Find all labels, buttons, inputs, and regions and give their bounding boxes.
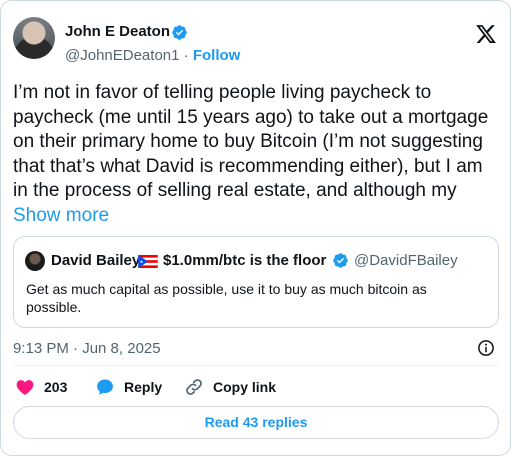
quoted-author-name: David Bailey [51, 252, 141, 269]
author-avatar[interactable] [13, 17, 55, 59]
author-handle-row: @JohnEDeaton1 · Follow [65, 47, 240, 65]
copy-link-label: Copy link [213, 379, 277, 395]
tweet-card: John E Deaton @JohnEDeaton1 · Follow I’m… [0, 0, 511, 456]
author-name[interactable]: John E Deaton [65, 23, 170, 41]
quoted-author-avatar [25, 251, 45, 271]
x-logo-icon[interactable] [475, 23, 497, 45]
reply-label: Reply [124, 379, 163, 395]
reply-bubble-icon [97, 379, 113, 395]
likes-count: 203 [44, 379, 68, 395]
quoted-tweet[interactable]: David Bailey $1.0mm/btc is the floor @Da… [13, 236, 499, 328]
verified-badge-icon [172, 25, 187, 40]
quoted-author-name-suffix: $1.0mm/btc is the floor [163, 252, 327, 269]
link-icon [186, 379, 202, 395]
info-icon[interactable] [477, 339, 495, 357]
heart-icon [16, 380, 34, 395]
tweet-body: I’m not in favor of telling people livin… [13, 82, 489, 201]
tweet-timestamp[interactable]: 9:13 PM · Jun 8, 2025 [13, 340, 161, 358]
divider [13, 365, 499, 366]
show-more-link[interactable]: Show more [13, 205, 109, 226]
quoted-tweet-text: Get as much capital as possible, use it … [26, 281, 427, 315]
puerto-rico-flag-icon [138, 255, 158, 268]
quoted-author-handle: @DavidFBailey [354, 252, 458, 269]
like-button[interactable]: 203 [15, 377, 67, 397]
reply-button[interactable]: Reply [95, 377, 162, 397]
read-replies-button[interactable]: Read 43 replies [13, 406, 499, 439]
tweet-text: I’m not in favor of telling people livin… [13, 81, 493, 228]
author-handle[interactable]: @JohnEDeaton1 [65, 47, 179, 64]
verified-badge-icon [333, 253, 348, 268]
follow-button[interactable]: Follow [193, 47, 241, 64]
copy-link-button[interactable]: Copy link [184, 377, 276, 397]
separator: · [183, 47, 189, 64]
